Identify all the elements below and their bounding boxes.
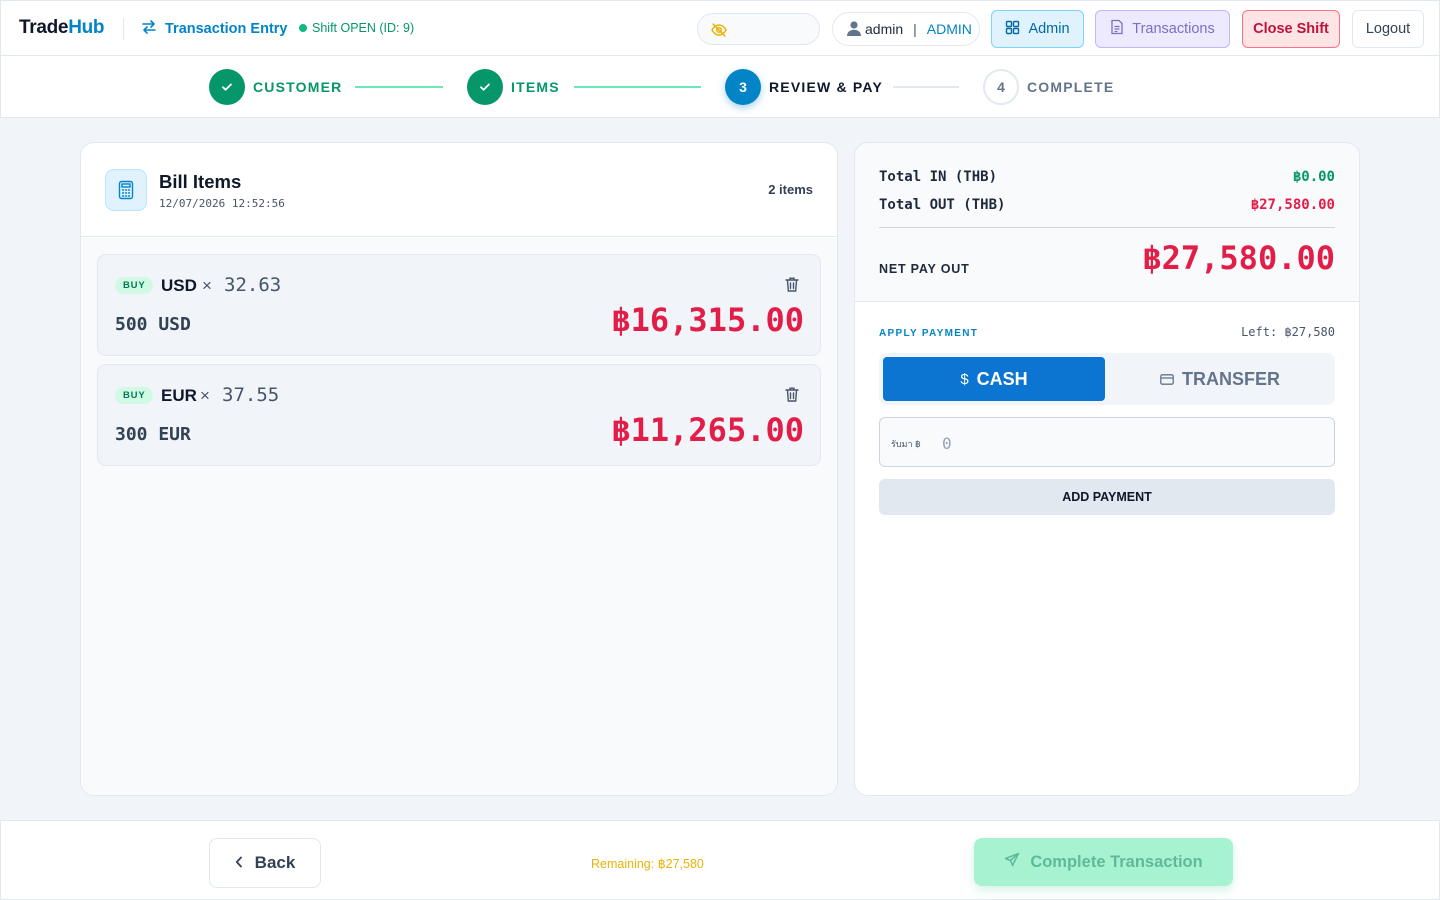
transfer-label: TRANSFER <box>1182 368 1280 389</box>
step-items: ITEMS <box>467 69 560 105</box>
complete-label: Complete Transaction <box>1030 852 1203 871</box>
step-label: ITEMS <box>511 79 560 95</box>
side-badge: BUY <box>115 387 154 404</box>
step-label: COMPLETE <box>1027 79 1115 95</box>
chevron-left-icon <box>235 853 243 873</box>
total-in-label: Total IN (THB) <box>879 169 998 185</box>
step-connector <box>355 86 443 88</box>
user-menu[interactable]: admin | ADMIN <box>832 12 980 46</box>
delete-item-button[interactable] <box>784 276 800 298</box>
top-header: TradeHub Transaction Entry Shift OPEN (I… <box>0 0 1440 56</box>
document-icon <box>1110 19 1124 39</box>
quantity: 300 EUR <box>115 424 191 445</box>
transfer-method-button[interactable]: TRANSFER <box>1109 357 1331 401</box>
close-shift-button[interactable]: Close Shift <box>1242 10 1340 48</box>
calculator-icon <box>105 169 147 211</box>
amount-left: Left: ฿27,580 <box>1241 325 1335 339</box>
privacy-toggle[interactable] <box>697 13 820 45</box>
total-out-label: Total OUT (THB) <box>879 197 1006 213</box>
status-dot-icon <box>299 24 307 32</box>
payment-method-toggle: $ CASH TRANSFER <box>879 353 1335 405</box>
transactions-button[interactable]: Transactions <box>1095 10 1230 48</box>
step-number: 3 <box>725 69 761 105</box>
trash-icon <box>785 387 799 402</box>
back-label: Back <box>254 853 296 872</box>
net-pay-value: ฿27,580.00 <box>1142 239 1335 277</box>
amount-prefix: รับมา ฿ <box>891 439 921 449</box>
step-customer: CUSTOMER <box>209 69 342 105</box>
step-connector <box>893 86 959 88</box>
back-button[interactable]: Back <box>209 838 321 888</box>
total-in-value: ฿0.00 <box>1292 169 1335 185</box>
dollar-icon: $ <box>960 370 969 388</box>
transaction-entry-link[interactable]: Transaction Entry <box>141 19 287 39</box>
step-connector <box>574 86 701 88</box>
apply-payment-label: APPLY PAYMENT <box>879 328 979 339</box>
user-separator: | <box>913 21 917 37</box>
shift-status-text: Shift OPEN (ID: 9) <box>312 21 415 35</box>
add-payment-button[interactable]: ADD PAYMENT <box>879 479 1335 515</box>
exchange-rate: 32.63 <box>224 274 282 296</box>
check-icon <box>209 69 245 105</box>
list-item: BUY EUR × 37.55 300 EUR ฿11,265.00 <box>97 364 821 466</box>
step-number: 4 <box>983 69 1019 105</box>
remaining-amount: Remaining: ฿27,580 <box>591 857 704 871</box>
mode-label: Transaction Entry <box>165 21 288 37</box>
totals-divider <box>879 227 1335 228</box>
totals-summary: Total IN (THB) ฿0.00 Total OUT (THB) ฿27… <box>855 143 1359 302</box>
progress-stepper: CUSTOMER ITEMS 3 REVIEW & PAY 4 COMPLETE <box>0 56 1440 118</box>
shift-status: Shift OPEN (ID: 9) <box>299 21 414 35</box>
bill-timestamp: 12/07/2026 12:52:56 <box>159 197 285 210</box>
multiply-sign: × <box>200 386 210 405</box>
username: admin <box>865 21 904 37</box>
line-amount: ฿11,265.00 <box>611 411 804 449</box>
side-badge: BUY <box>115 277 154 294</box>
list-item: BUY USD × 32.63 500 USD ฿16,315.00 <box>97 254 821 356</box>
grid-icon <box>1005 20 1020 39</box>
transactions-button-label: Transactions <box>1132 21 1215 37</box>
delete-item-button[interactable] <box>784 386 800 408</box>
close-shift-button-label: Close Shift <box>1253 21 1329 37</box>
bill-header: Bill Items 12/07/2026 12:52:56 2 items <box>81 143 837 237</box>
logout-button-label: Logout <box>1365 21 1411 37</box>
step-label: CUSTOMER <box>253 79 343 95</box>
cash-method-button[interactable]: $ CASH <box>883 357 1105 401</box>
payment-card: Total IN (THB) ฿0.00 Total OUT (THB) ฿27… <box>854 142 1360 796</box>
bill-items-list: BUY USD × 32.63 500 USD ฿16,315.00 BUY E… <box>81 238 837 795</box>
swap-arrows-icon <box>141 19 157 39</box>
trash-icon <box>785 277 799 292</box>
currency-code: USD <box>161 276 197 295</box>
item-count-badge: 2 items <box>768 182 813 197</box>
check-icon <box>467 69 503 105</box>
step-complete: 4 COMPLETE <box>983 69 1114 105</box>
add-payment-label: ADD PAYMENT <box>1062 490 1152 504</box>
net-pay-label: NET PAY OUT <box>879 262 970 276</box>
admin-button[interactable]: Admin <box>991 10 1084 48</box>
complete-transaction-button[interactable]: Complete Transaction <box>974 838 1233 886</box>
payment-amount-field: รับมา ฿ <box>879 417 1335 467</box>
payment-amount-input[interactable] <box>942 428 1322 458</box>
bill-title: Bill Items <box>159 171 242 192</box>
quantity: 500 USD <box>115 314 191 335</box>
bill-items-card: Bill Items 12/07/2026 12:52:56 2 items B… <box>80 142 838 796</box>
brand-logo[interactable]: TradeHub <box>19 17 105 39</box>
cash-label: CASH <box>976 368 1028 389</box>
step-review-pay: 3 REVIEW & PAY <box>725 69 883 105</box>
exchange-rate: 37.55 <box>222 384 280 406</box>
multiply-sign: × <box>202 276 212 295</box>
user-icon <box>845 19 863 40</box>
bottom-action-bar: Back Remaining: ฿27,580 Complete Transac… <box>0 820 1440 900</box>
admin-button-label: Admin <box>1028 21 1070 37</box>
user-role: ADMIN <box>926 21 972 37</box>
card-icon <box>1160 369 1174 390</box>
total-out-value: ฿27,580.00 <box>1250 197 1335 213</box>
send-icon <box>1004 852 1020 873</box>
line-amount: ฿16,315.00 <box>611 301 804 339</box>
step-label: REVIEW & PAY <box>769 79 883 95</box>
header-divider <box>123 18 124 40</box>
currency-code: EUR <box>161 386 197 405</box>
logout-button[interactable]: Logout <box>1352 10 1424 48</box>
